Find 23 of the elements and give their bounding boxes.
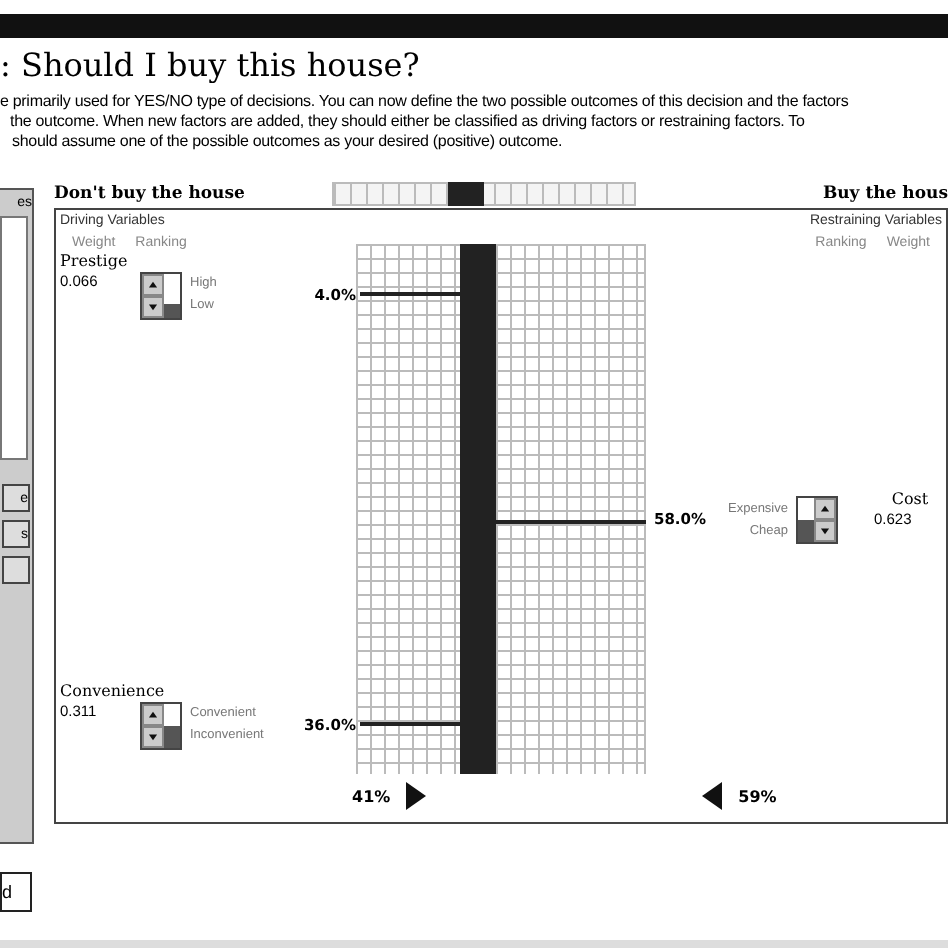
force-line	[360, 722, 460, 726]
factor-name: Prestige	[60, 252, 130, 272]
ranking-spinner[interactable]	[140, 702, 182, 750]
factor-name: Convenience	[60, 682, 167, 702]
factor-name: Cost	[891, 490, 929, 510]
left-outcome-label: Don't buy the house	[54, 184, 245, 204]
balance-slider[interactable]	[332, 182, 637, 206]
left-triangle-icon	[702, 782, 723, 810]
restraining-total: 59%	[738, 787, 777, 805]
description-text: the outcome. When new factors are added, they should either be classified as driving factors or restraining factors. To	[8, 112, 807, 132]
right-triangle-icon	[406, 782, 427, 810]
ranking-spinner[interactable]	[796, 495, 838, 543]
description-text: e primarily used for YES/NO type of decisions. You can now define the two possible outcomes of this decision and the factors	[0, 92, 851, 112]
page-heading: : Should I buy this house?	[0, 44, 422, 88]
bottom-button[interactable]: d	[0, 872, 32, 912]
ranking-spinner[interactable]	[140, 272, 182, 320]
force-line	[360, 292, 460, 296]
side-button[interactable]	[2, 556, 30, 584]
description-text: should assume one of the possible outcomes as your desired (positive) outcome.	[10, 132, 565, 152]
driving-total: 41%	[352, 787, 391, 805]
right-outcome-label: Buy the hous	[822, 184, 948, 204]
slider-thumb[interactable]	[448, 182, 485, 206]
list-box[interactable]	[0, 216, 28, 460]
